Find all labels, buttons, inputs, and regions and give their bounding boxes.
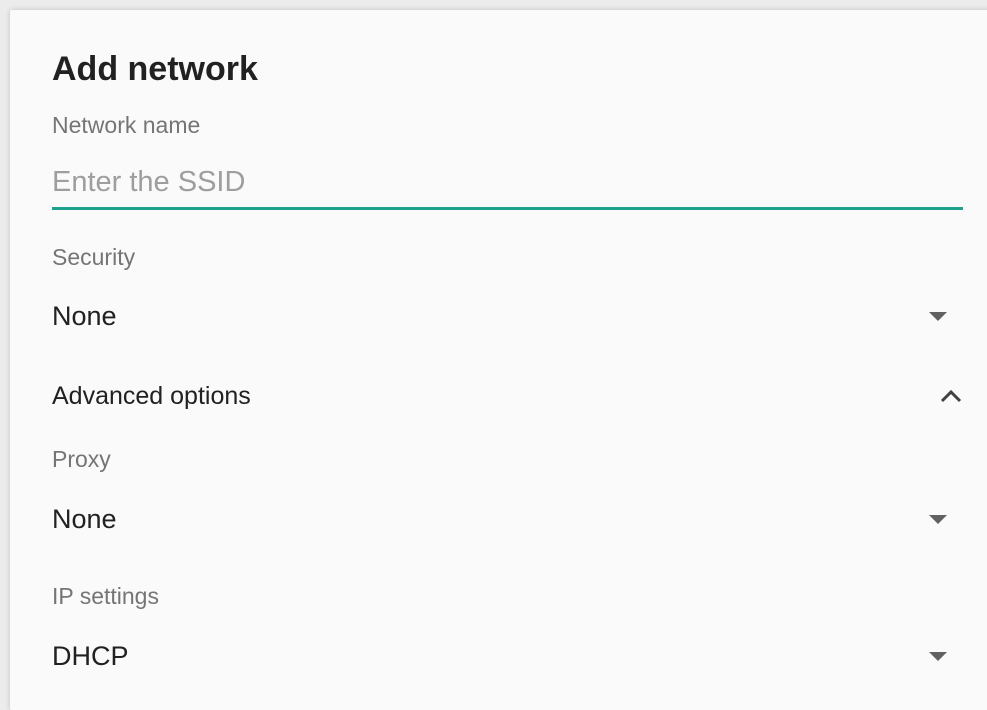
caret-down-icon bbox=[929, 514, 947, 524]
ip-settings-select[interactable]: DHCP bbox=[52, 634, 947, 678]
chevron-up-icon bbox=[939, 384, 963, 408]
advanced-options-toggle[interactable]: Advanced options bbox=[52, 378, 963, 414]
dialog-title: Add network bbox=[52, 50, 258, 88]
security-value: None bbox=[52, 300, 117, 331]
security-select[interactable]: None bbox=[52, 294, 947, 338]
network-name-label: Network name bbox=[52, 112, 201, 138]
proxy-select[interactable]: None bbox=[52, 497, 947, 541]
proxy-value: None bbox=[52, 503, 117, 534]
ip-settings-value: DHCP bbox=[52, 640, 129, 671]
caret-down-icon bbox=[929, 311, 947, 321]
ip-settings-label: IP settings bbox=[52, 583, 159, 609]
security-label: Security bbox=[52, 244, 136, 270]
add-network-dialog: Add network Network name Security None A… bbox=[10, 10, 987, 710]
ssid-input[interactable] bbox=[52, 158, 963, 210]
caret-down-icon bbox=[929, 651, 947, 661]
advanced-options-label: Advanced options bbox=[52, 381, 251, 410]
proxy-label: Proxy bbox=[52, 446, 111, 472]
